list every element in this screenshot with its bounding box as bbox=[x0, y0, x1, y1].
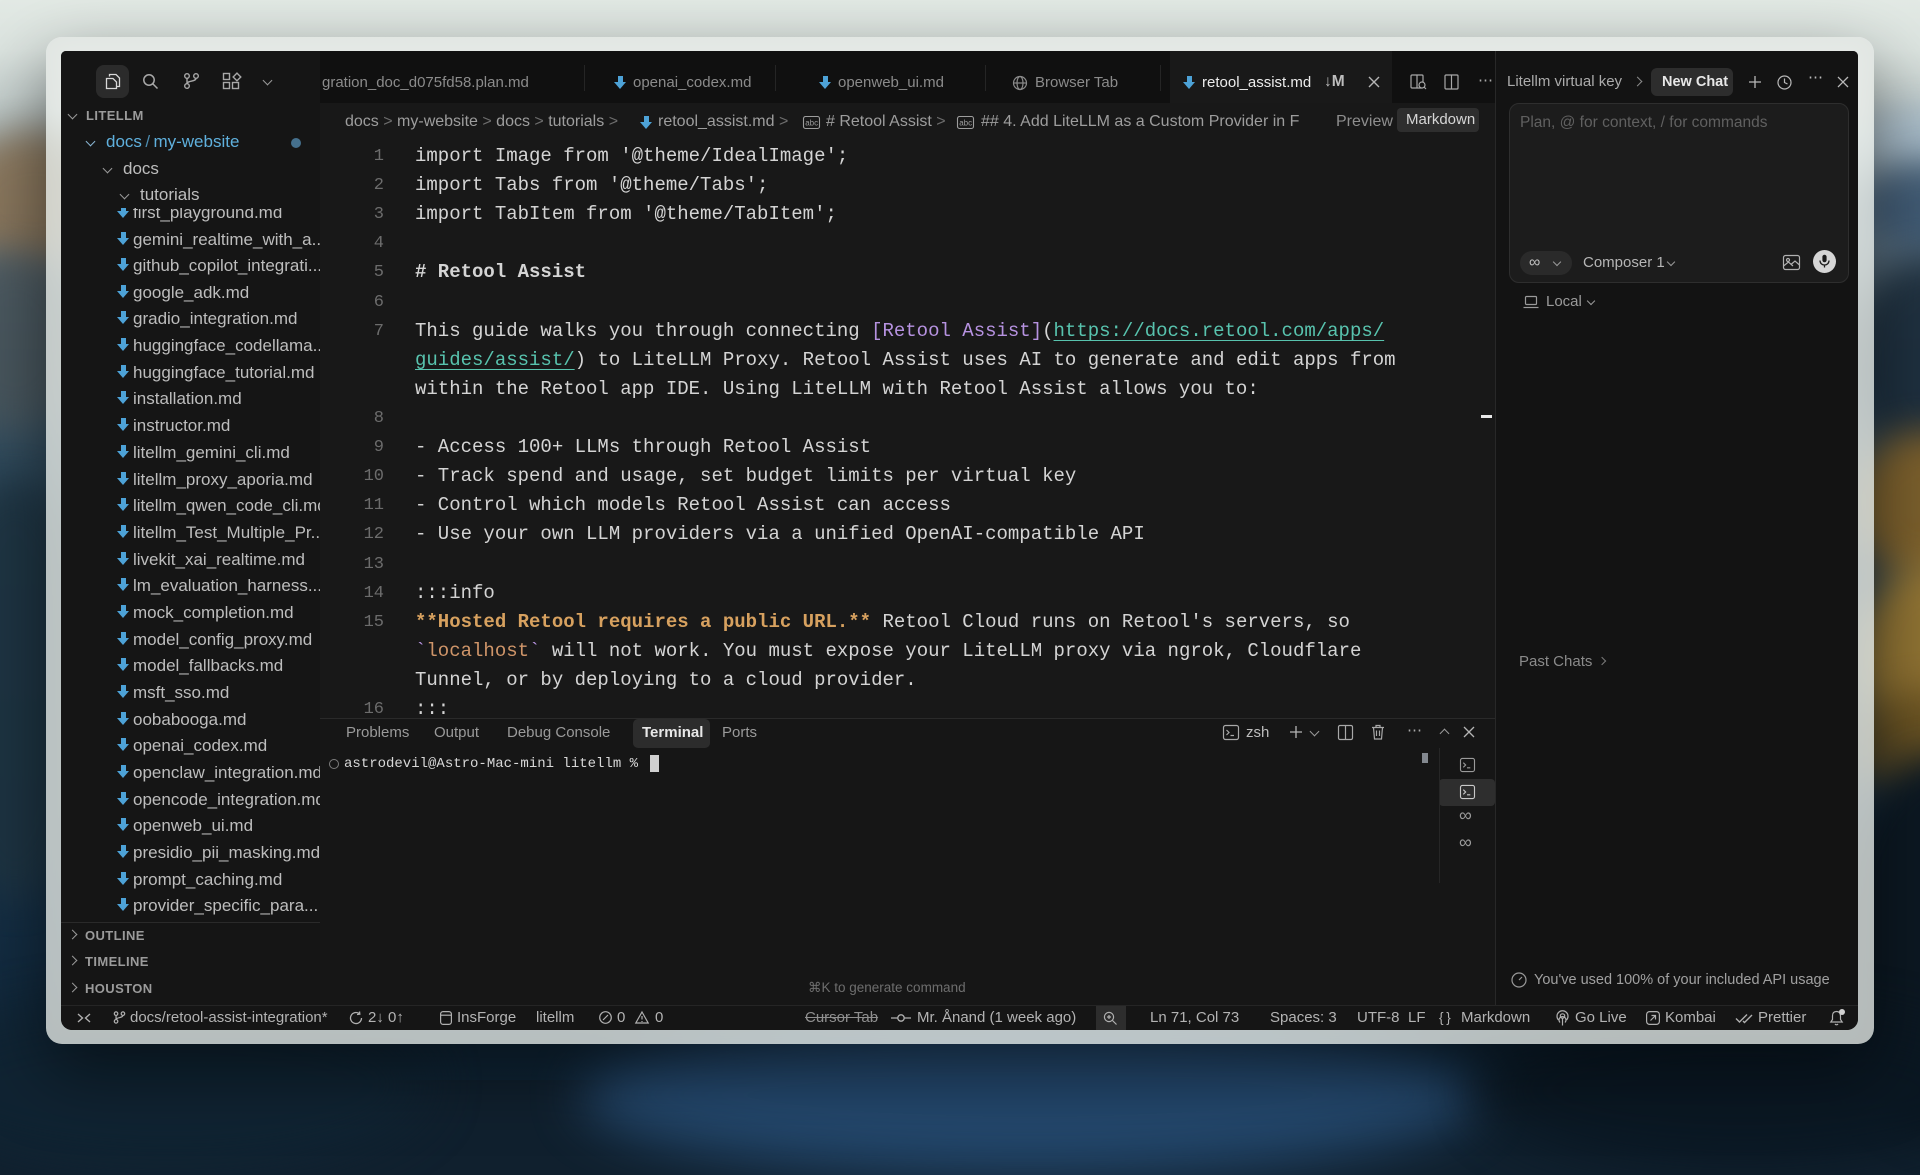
svg-text:abc: abc bbox=[805, 119, 818, 128]
svg-text:abc: abc bbox=[959, 119, 972, 128]
